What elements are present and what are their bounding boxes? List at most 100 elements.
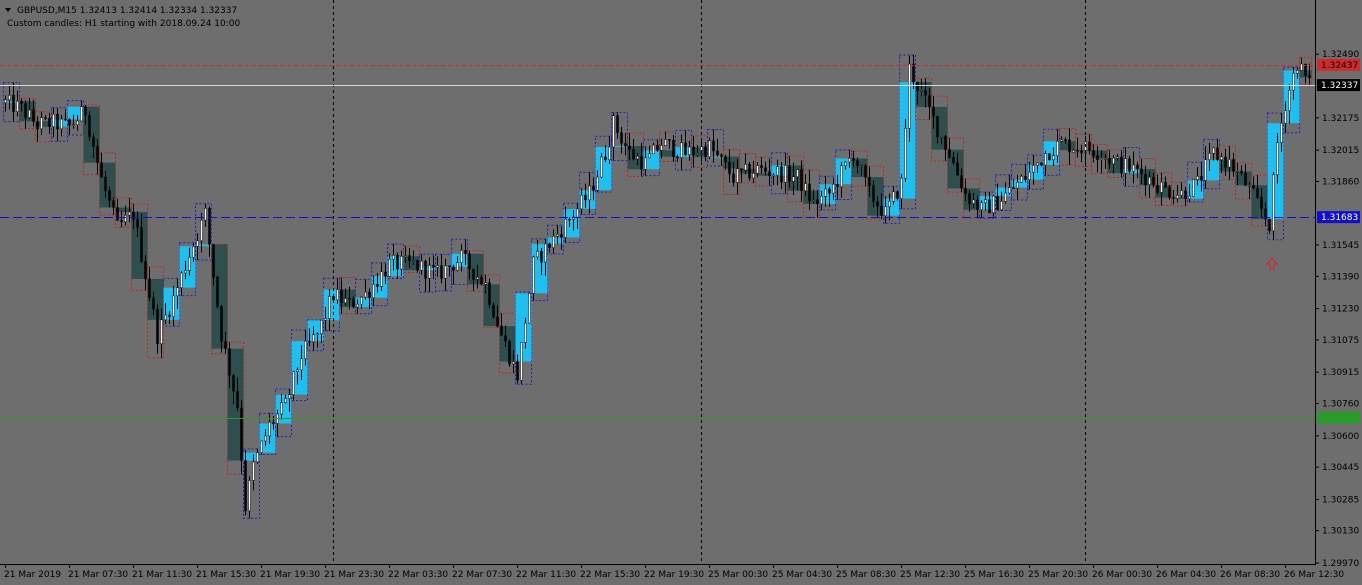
candle-body xyxy=(456,262,459,271)
price-tick-label: 1.30285 xyxy=(1322,495,1359,505)
candle-body xyxy=(136,219,139,228)
candle-body xyxy=(568,218,571,221)
candle-body xyxy=(1260,197,1263,210)
candle-body xyxy=(764,167,767,172)
candle-body xyxy=(248,480,251,512)
candle-body xyxy=(388,258,391,277)
candle-body xyxy=(348,298,351,300)
candle-body xyxy=(340,289,343,303)
candle-body xyxy=(948,149,951,158)
candle-body xyxy=(352,298,355,308)
candle-body xyxy=(8,94,11,101)
candle-body xyxy=(664,139,667,146)
candle-body xyxy=(996,195,999,210)
candle-body xyxy=(708,140,711,157)
candle-body xyxy=(1248,184,1251,187)
candle-body xyxy=(740,168,743,171)
candle-body xyxy=(396,255,399,270)
candle-body xyxy=(752,173,755,179)
price-chart[interactable]: 1.32490 1.32175 1.32015 1.31860 1.31545 1.313… xyxy=(0,0,1362,585)
candle-body xyxy=(944,136,947,150)
candle-body xyxy=(296,369,299,372)
candle-body xyxy=(1200,176,1203,181)
candle-body xyxy=(1228,159,1231,168)
candle-body xyxy=(652,144,655,155)
time-tick-label: 25 Mar 20:30 xyxy=(1028,570,1088,580)
candle-body xyxy=(112,200,115,208)
candle-body xyxy=(24,103,27,118)
candle-body xyxy=(852,158,855,161)
candle-body xyxy=(1124,158,1127,174)
candle-body xyxy=(1016,182,1019,189)
candle-body xyxy=(848,158,851,163)
candle-body xyxy=(896,191,899,199)
candle-body xyxy=(1128,158,1131,172)
candle-body xyxy=(784,165,787,183)
candle-body xyxy=(84,106,87,116)
candle-body xyxy=(1052,155,1055,160)
candle-body xyxy=(508,340,511,365)
candle-body xyxy=(292,371,295,395)
candle-body xyxy=(32,109,35,122)
candle-body xyxy=(104,177,107,191)
candle-body xyxy=(592,185,595,191)
candle-body xyxy=(1292,73,1295,91)
candle-body xyxy=(660,145,663,151)
candle-body xyxy=(640,156,643,170)
candle-body xyxy=(256,452,259,463)
time-tick-label: 21 Mar 11:30 xyxy=(132,570,192,580)
candle-body xyxy=(1036,162,1039,166)
candle-body xyxy=(192,245,195,258)
price-tick-label: 1.30760 xyxy=(1322,399,1359,409)
candle-body xyxy=(884,206,887,216)
candle-body xyxy=(1296,70,1299,74)
candle-body xyxy=(376,284,379,287)
candle-body xyxy=(312,334,315,343)
candle-body xyxy=(1168,187,1171,198)
candle-body xyxy=(1204,159,1207,181)
candle-body xyxy=(252,461,255,481)
price-tick-label: 1.31545 xyxy=(1322,241,1359,251)
candle-body xyxy=(704,146,707,157)
candle-body xyxy=(1120,156,1123,174)
candle-body xyxy=(576,208,579,218)
candle-body xyxy=(716,150,719,156)
candle-body xyxy=(460,250,463,263)
time-tick-label: 25 Mar 04:30 xyxy=(772,570,832,580)
candle-body xyxy=(1280,122,1283,143)
candle-body xyxy=(200,219,203,242)
candle-body xyxy=(452,266,455,271)
candle-body xyxy=(608,146,611,160)
candle-body xyxy=(328,296,331,319)
candle-body xyxy=(168,314,171,317)
candle-body xyxy=(384,271,387,277)
candle-body xyxy=(920,89,923,92)
candle-body xyxy=(76,120,79,125)
candle-body xyxy=(228,348,231,376)
candle-body xyxy=(904,128,907,179)
candle-body xyxy=(80,106,83,122)
candle-body xyxy=(976,199,979,211)
candle-body xyxy=(464,250,467,255)
candle-body xyxy=(148,278,151,299)
price-tick-label: 1.32490 xyxy=(1322,50,1359,60)
candle-body xyxy=(288,394,291,399)
candle-body xyxy=(336,289,339,301)
candle-body xyxy=(1040,162,1043,166)
candle-body xyxy=(924,89,927,96)
candle-body xyxy=(412,260,415,262)
candle-body xyxy=(540,250,543,263)
price-tick-label: 1.32175 xyxy=(1322,114,1359,124)
candle-body xyxy=(980,202,983,211)
time-tick-label: 25 Mar 08:30 xyxy=(836,570,896,580)
candle-body xyxy=(1276,142,1279,176)
candle-body xyxy=(16,101,19,112)
candle-body xyxy=(528,293,531,324)
candle-body xyxy=(880,205,883,216)
candle-body xyxy=(800,169,803,192)
candle-body xyxy=(364,291,367,298)
candle-body xyxy=(1224,156,1227,168)
candle-body xyxy=(744,164,747,171)
candle-body xyxy=(1208,153,1211,160)
candle-body xyxy=(688,146,691,155)
